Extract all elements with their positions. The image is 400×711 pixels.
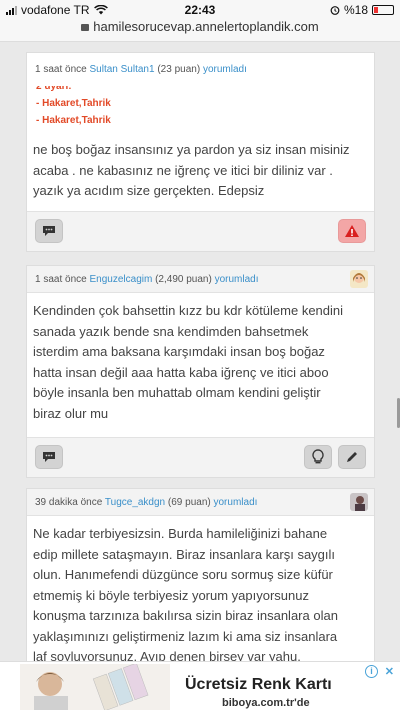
- comment-points: (69 puan): [167, 497, 211, 508]
- comment-points: (2,490 puan): [155, 274, 212, 285]
- ad-subtitle[interactable]: biboya.com.tr'de: [222, 697, 310, 709]
- comment-user-link[interactable]: Enguzelcagim: [90, 274, 153, 285]
- comment-action: yorumladı: [214, 274, 259, 285]
- comment-body: Ne kadar terbiyesizsin. Burda hamileliği…: [27, 524, 374, 668]
- comment-line: hatta insan değil aaa hatta kaba iğrenç …: [33, 364, 329, 380]
- comment-action: yorumladı: [202, 64, 247, 75]
- warning-icon: [345, 225, 359, 237]
- edit-button[interactable]: [338, 445, 366, 469]
- comment-line: yazık ya acıdım size gerçekten. Edepsiz: [33, 183, 265, 198]
- warning-item: - Hakaret,Tahrik: [36, 115, 111, 126]
- comment-footer: [27, 437, 374, 477]
- lightbulb-icon: [312, 449, 324, 464]
- comment-time: 1 saat önce: [35, 274, 87, 285]
- comment-line: yaklaşımınızı geliştirmeniz lazım ki ama…: [33, 628, 338, 644]
- comment-line: olun. Hanımefendi düzgünce soru sormuş s…: [33, 567, 333, 582]
- comment-meta: 39 dakika önce Tugce_akdgn (69 puan) yor…: [27, 489, 374, 516]
- comment-line: sanada yazık bende sna kendimden bahsetm…: [33, 323, 309, 339]
- comment-card: 39 dakika önce Tugce_akdgn (69 puan) yor…: [26, 488, 375, 688]
- reply-button[interactable]: [35, 445, 63, 469]
- reply-button[interactable]: [35, 219, 63, 243]
- best-answer-button[interactable]: [304, 445, 332, 469]
- comment-icon: [43, 226, 55, 236]
- alarm-icon: [330, 6, 340, 15]
- comment-card: 1 saat önce Sultan Sultan1 (23 puan) yor…: [26, 52, 375, 252]
- comment-points: (23 puan): [157, 64, 201, 75]
- comment-card: 1 saat önce Enguzelcagim (2,490 puan) yo…: [26, 265, 375, 478]
- comment-action: yorumladı: [213, 497, 258, 508]
- comment-body: Kendinden çok bahsettin kızz bu kdr kötü…: [27, 301, 374, 424]
- comment-time: 39 dakika önce: [35, 497, 103, 508]
- comment-meta: 1 saat önce Enguzelcagim (2,490 puan) yo…: [27, 266, 374, 293]
- report-button[interactable]: [338, 219, 366, 243]
- status-bar: vodafone TR 22:43 %18: [0, 0, 400, 20]
- url-text: hamilesorucevap.annelertoplandik.com: [93, 19, 319, 34]
- warning-item: - Hakaret,Tahrik: [36, 98, 111, 109]
- address-bar[interactable]: hamilesorucevap.annelertoplandik.com: [0, 20, 400, 42]
- comment-time: 1 saat önce: [35, 64, 87, 75]
- comment-line: isterdim ama baksana karşımdaki insan bo…: [33, 344, 325, 359]
- comment-line: Kendinden çok bahsettin kızz bu kdr kötü…: [33, 303, 344, 318]
- pencil-icon: [347, 452, 357, 462]
- comment-icon: [43, 452, 55, 462]
- battery-percent: %18: [343, 3, 368, 17]
- comment-body: ne boş boğaz insansınız ya pardon ya siz…: [27, 140, 374, 202]
- ad-title[interactable]: Ücretsiz Renk Kartı: [185, 676, 332, 694]
- avatar[interactable]: [350, 270, 368, 288]
- battery-icon: [372, 5, 394, 15]
- comment-line: acaba . ne kabasınız ne iğrenç ve itici …: [33, 162, 333, 178]
- lock-icon: [81, 24, 90, 31]
- ad-banner[interactable]: Ücretsiz Renk Kartı biboya.com.tr'de i ✕: [0, 661, 400, 711]
- ad-image[interactable]: [20, 664, 170, 710]
- comment-line: biraz olur mu: [33, 405, 109, 421]
- comment-line: Ne kadar terbiyesizsin. Burda hamileliği…: [33, 526, 328, 541]
- avatar[interactable]: [350, 493, 368, 511]
- comment-footer: [27, 211, 374, 251]
- comment-line: edip millete sataşmayın. Biraz insanlara…: [33, 546, 336, 562]
- adchoices-icon[interactable]: i: [365, 665, 378, 678]
- comment-user-link[interactable]: Tugce_akdgn: [105, 497, 165, 508]
- comment-user-link[interactable]: Sultan Sultan1: [90, 64, 155, 75]
- close-icon[interactable]: ✕: [385, 665, 394, 678]
- comment-meta: 1 saat önce Sultan Sultan1 (23 puan) yor…: [27, 53, 374, 86]
- comment-line: konuşma tarzınıza bakılırsa sizin biraz …: [33, 608, 338, 623]
- comment-line: ne boş boğaz insansınız ya pardon ya siz…: [33, 142, 350, 157]
- comment-line: böyle insanla ben muhattab olmam kendini…: [33, 385, 321, 400]
- comment-line: etmemiş ki böyle terbiyesiz yorum yapıyo…: [33, 587, 309, 603]
